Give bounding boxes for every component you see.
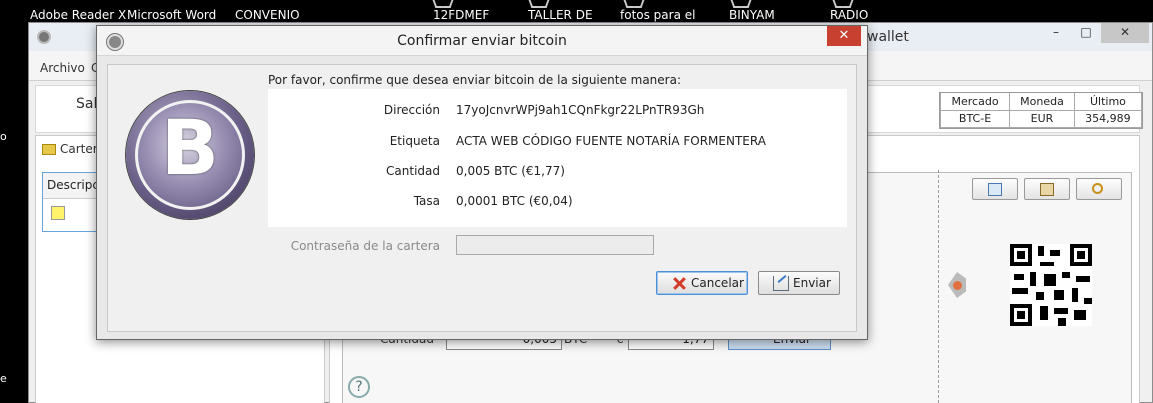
cancel-label: Cancelar xyxy=(691,276,744,290)
desktop-side-text: o xyxy=(0,130,7,143)
balance-label: Sal xyxy=(76,96,98,112)
cancel-x-icon xyxy=(671,276,687,291)
divider xyxy=(938,170,939,403)
minimize-button[interactable]: – xyxy=(1041,23,1071,43)
desktop-icon-arrow xyxy=(528,0,550,6)
desktop-icon-arrow xyxy=(432,0,454,6)
qr-code-icon xyxy=(1010,244,1092,326)
maximize-button[interactable]: □ xyxy=(1071,23,1101,43)
note-icon[interactable] xyxy=(51,206,65,220)
fee-value: 0,0001 BTC (€0,04) xyxy=(456,194,573,208)
help-icon[interactable]: ? xyxy=(348,376,370,398)
amount-label: Cantidad xyxy=(386,164,440,178)
bitcoin-coin-icon: B xyxy=(126,91,254,219)
label-value: ACTA WEB CÓDIGO FUENTE NOTARÍA FORMENTER… xyxy=(456,134,766,148)
transaction-details: Dirección 17yoJcnvrWPj9ah1CQnFkgr22LPnTR… xyxy=(268,89,847,227)
desktop-icon-label[interactable]: Adobe Reader X xyxy=(30,8,126,22)
bitcoin-logo-icon xyxy=(37,30,51,44)
desktop-icon-label[interactable]: CONVENIO xyxy=(235,8,300,22)
ticker-header-currency: Moneda xyxy=(1009,93,1075,111)
ticker-market: BTC-E xyxy=(939,109,1011,128)
zoom-button[interactable] xyxy=(1076,178,1122,200)
desktop-icon-label[interactable]: RADIO xyxy=(830,8,868,22)
menu-archivo[interactable]: Archivo xyxy=(40,61,85,75)
fee-label: Tasa xyxy=(413,194,440,208)
desktop-side-text: e xyxy=(0,372,7,385)
desktop-icon-arrow xyxy=(832,0,854,6)
send-button[interactable]: Enviar xyxy=(758,271,840,295)
paste-icon xyxy=(1040,183,1054,196)
desktop-icon-label[interactable]: fotos para el xyxy=(620,8,695,22)
ticker-currency: EUR xyxy=(1009,109,1075,128)
address-value: 17yoJcnvrWPj9ah1CQnFkgr22LPnTR93Gh xyxy=(456,103,705,117)
desktop-icon-arrow xyxy=(623,0,645,6)
desktop-icon-label[interactable]: TALLER DE xyxy=(528,8,593,22)
desktop-icon-label[interactable]: Microsoft Word xyxy=(127,8,216,22)
ticker-header-last: Último xyxy=(1073,93,1143,111)
send-label: Enviar xyxy=(793,276,831,290)
ticker-last: 354,989 xyxy=(1073,109,1143,128)
desktop-icon-label[interactable]: 12FDMEF xyxy=(433,8,489,22)
confirm-send-dialog: Confirmar enviar bitcoin ✕ B Por favor, … xyxy=(96,25,868,340)
ticker-header-market: Mercado xyxy=(939,93,1011,111)
wallet-folder-icon xyxy=(42,144,56,155)
cancel-button[interactable]: Cancelar xyxy=(656,271,748,295)
address-label: Dirección xyxy=(383,103,440,117)
close-button[interactable]: ✕ xyxy=(1101,23,1149,43)
password-label: Contraseña de la cartera xyxy=(290,239,440,253)
desktop-icon-label[interactable]: BINYAM xyxy=(729,8,775,22)
magnifier-icon xyxy=(1092,183,1103,194)
tab-wallets-label: Carter xyxy=(60,142,98,156)
tab-wallets[interactable]: Carter xyxy=(42,142,98,156)
label-label: Etiqueta xyxy=(389,134,440,148)
copy-button[interactable] xyxy=(972,178,1018,200)
send-icon xyxy=(773,276,789,291)
exchange-ticker: Mercado Moneda Último BTC-E EUR 354,989 xyxy=(939,92,1143,129)
desktop-icon-arrow xyxy=(730,0,752,6)
dialog-close-button[interactable]: ✕ xyxy=(827,26,861,46)
dialog-body: B Por favor, confirme que desea enviar b… xyxy=(107,64,857,332)
wallet-window-title: wallet xyxy=(867,29,909,45)
copy-icon xyxy=(988,183,1002,196)
bitcoin-symbol: B xyxy=(161,103,219,192)
password-input[interactable] xyxy=(456,235,654,255)
dialog-titlebar[interactable]: Confirmar enviar bitcoin ✕ xyxy=(97,26,867,56)
amount-value: 0,005 BTC (€1,77) xyxy=(456,164,565,178)
paste-button[interactable] xyxy=(1024,178,1070,200)
dialog-intro: Por favor, confirme que desea enviar bit… xyxy=(268,73,682,87)
dialog-title: Confirmar enviar bitcoin xyxy=(397,33,567,49)
